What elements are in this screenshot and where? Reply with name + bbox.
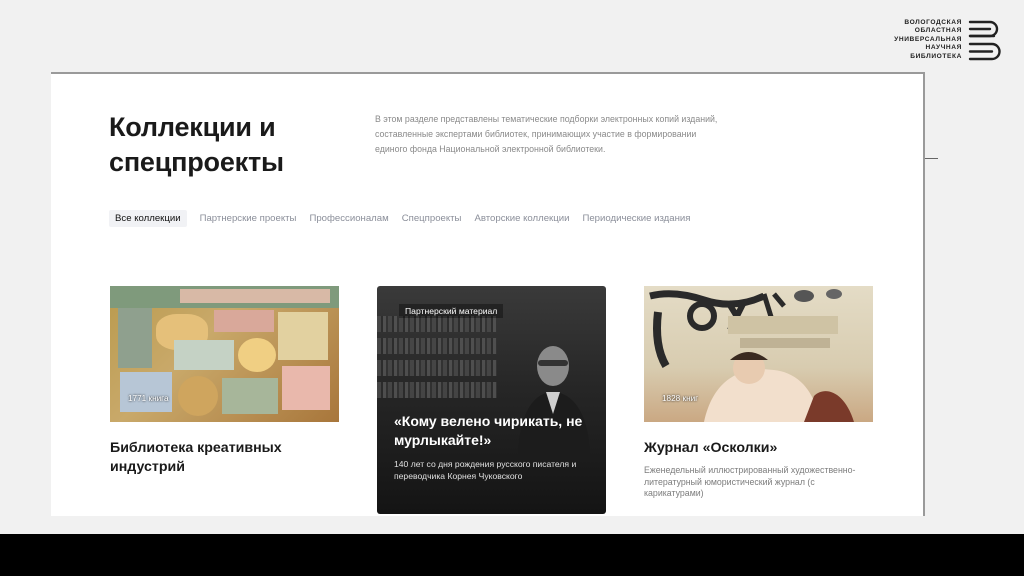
- logo-line: БИБЛИОТЕКА: [910, 52, 962, 60]
- card-image[interactable]: 1771 книга: [110, 286, 339, 422]
- collection-card-chukovsky[interactable]: Партнерский материал «Кому велено чирика…: [377, 286, 606, 514]
- logo-line: ОБЛАСТНАЯ: [914, 27, 962, 35]
- card-image[interactable]: 1828 книг: [644, 286, 873, 422]
- tab-partner-projects[interactable]: Партнерские проекты: [200, 213, 297, 224]
- partner-material-badge: Партнерский материал: [399, 304, 504, 318]
- card-book-count: 1771 книга: [128, 394, 169, 403]
- tab-periodicals[interactable]: Периодические издания: [582, 213, 690, 224]
- collection-card-oskolki[interactable]: 1828 книг Журнал «Осколки» Еженедельный …: [644, 286, 873, 500]
- bottom-black-bar: [0, 534, 1024, 576]
- page-description: В этом разделе представлены тематические…: [375, 114, 718, 154]
- card-description: Еженедельный иллюстрированный художестве…: [644, 465, 856, 498]
- tab-professionals[interactable]: Профессионалам: [309, 213, 388, 224]
- logo-line: УНИВЕРСАЛЬНАЯ: [894, 35, 962, 43]
- card-title[interactable]: «Кому велено чирикать, не мурлыкайте!»: [394, 412, 594, 450]
- page-title: Коллекции и спецпроекты: [109, 112, 284, 177]
- tab-special-projects[interactable]: Спецпроекты: [402, 213, 462, 224]
- tab-author-collections[interactable]: Авторские коллекции: [474, 213, 569, 224]
- card-book-count: 1828 книг: [662, 394, 699, 403]
- card-title[interactable]: Библиотека креативных индустрий: [110, 439, 339, 477]
- tab-all-collections[interactable]: Все коллекции: [109, 210, 187, 227]
- decorative-line: [924, 158, 938, 159]
- logo-line: ВОЛОГОДСКАЯ: [904, 18, 962, 26]
- collection-tabs: Все коллекции Партнерские проекты Профес…: [109, 210, 703, 227]
- card-description: 140 лет со дня рождения русского писател…: [394, 459, 577, 481]
- collection-card-creative-industries[interactable]: 1771 книга Библиотека креативных индустр…: [110, 286, 339, 477]
- collections-page-frame: Коллекции и спецпроекты В этом разделе п…: [51, 72, 925, 516]
- logo-line: НАУЧНАЯ: [925, 44, 962, 52]
- library-logo[interactable]: ВОЛОГОДСКАЯ ОБЛАСТНАЯ УНИВЕРСАЛЬНАЯ НАУЧ…: [894, 18, 1004, 62]
- library-logo-icon: [968, 20, 1001, 61]
- card-title[interactable]: Журнал «Осколки»: [644, 439, 873, 458]
- logo-text: ВОЛОГОДСКАЯ ОБЛАСТНАЯ УНИВЕРСАЛЬНАЯ НАУЧ…: [894, 19, 962, 62]
